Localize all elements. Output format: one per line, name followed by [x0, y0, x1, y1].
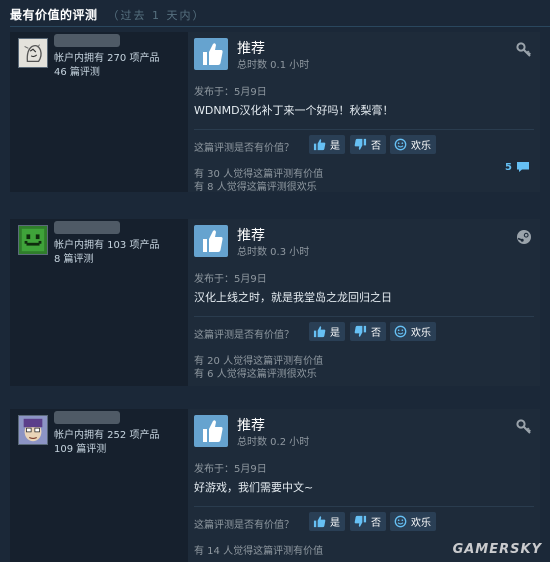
thumbs-up-icon[interactable] [194, 415, 228, 447]
thumbs-up-icon [313, 516, 326, 528]
redacted-username [54, 221, 120, 234]
vote-yes-button[interactable]: 是 [309, 512, 345, 531]
vote-no-label: 否 [371, 141, 381, 152]
products-owned[interactable]: 帐户内拥有 270 项产品 [54, 49, 159, 64]
products-owned[interactable]: 帐户内拥有 252 项产品 [54, 426, 159, 441]
products-owned[interactable]: 帐户内拥有 103 项产品 [54, 236, 159, 251]
review-text: 好游戏，我们需要中文~ [194, 481, 314, 494]
vote-funny-label: 欢乐 [411, 141, 431, 152]
smiley-icon [394, 515, 407, 528]
steam-icon [516, 229, 532, 245]
review-divider [194, 506, 534, 507]
avatar-green-face-image [19, 226, 47, 254]
vote-funny-button[interactable]: 欢乐 [390, 512, 436, 531]
vote-no-button[interactable]: 否 [350, 322, 386, 341]
review-count[interactable]: 109 篇评测 [54, 440, 106, 455]
review-verdict[interactable]: 推荐 [237, 38, 265, 58]
review-count[interactable]: 46 篇评测 [54, 63, 100, 78]
posted-date: 发布于：5月9日 [194, 87, 267, 98]
avatar[interactable] [18, 415, 48, 445]
review-verdict[interactable]: 推荐 [237, 415, 265, 435]
comment-count: 5 [505, 161, 512, 173]
funny-stat: 有 8 人觉得这篇评测很欢乐 [194, 182, 317, 193]
review-entry: 帐户内拥有 252 项产品 109 篇评测 推荐 总时数 0.2 小时 发布于：… [10, 409, 540, 562]
helpful-question: 这篇评测是否有价值？ [194, 143, 294, 154]
playtime-hours: 总时数 0.3 小时 [237, 247, 310, 258]
key-icon [516, 42, 532, 58]
header-divider [10, 26, 550, 27]
helpful-question: 这篇评测是否有价值？ [194, 330, 294, 341]
avatar-sketch-image [19, 39, 47, 67]
thumbs-down-icon [354, 138, 367, 150]
vote-no-label: 否 [371, 328, 381, 339]
vote-funny-button[interactable]: 欢乐 [390, 322, 436, 341]
review-verdict[interactable]: 推荐 [237, 225, 265, 245]
smiley-icon [394, 325, 407, 338]
vote-funny-label: 欢乐 [411, 328, 431, 339]
posted-date: 发布于：5月9日 [194, 464, 267, 475]
vote-funny-button[interactable]: 欢乐 [390, 135, 436, 154]
vote-yes-label: 是 [330, 518, 340, 529]
vote-yes-label: 是 [330, 141, 340, 152]
vote-funny-label: 欢乐 [411, 518, 431, 529]
smiley-icon [394, 138, 407, 151]
review-text: 汉化上线之时，就是我堂岛之龙回归之日 [194, 291, 392, 304]
review-text: WDNMD汉化补丁来一个好吗！秋梨膏！ [194, 104, 394, 117]
section-header: 最有价值的评测 （过去 1 天内） [10, 6, 206, 24]
vote-yes-label: 是 [330, 328, 340, 339]
comment-bubble-icon [517, 162, 529, 172]
redacted-username [54, 34, 120, 47]
thumbs-up-icon[interactable] [194, 225, 228, 257]
avatar[interactable] [18, 225, 48, 255]
playtime-hours: 总时数 0.1 小时 [237, 60, 310, 71]
vote-no-button[interactable]: 否 [350, 512, 386, 531]
key-icon [516, 419, 532, 435]
posted-date: 发布于：5月9日 [194, 274, 267, 285]
review-divider [194, 316, 534, 317]
helpful-stat: 有 14 人觉得这篇评测有价值 [194, 546, 324, 557]
vote-no-button[interactable]: 否 [350, 135, 386, 154]
thumbs-down-icon [354, 515, 367, 527]
gamersky-watermark: GAMERSKY [452, 542, 542, 557]
avatar[interactable] [18, 38, 48, 68]
comments-link[interactable]: 5 [505, 161, 530, 173]
review-entry: 帐户内拥有 270 项产品 46 篇评测 推荐 总时数 0.1 小时 发布于：5… [10, 32, 540, 193]
review-entry: 帐户内拥有 103 项产品 8 篇评测 推荐 总时数 0.3 小时 发布于：5月… [10, 219, 540, 386]
avatar-cartoon-image [19, 416, 47, 444]
vote-yes-button[interactable]: 是 [309, 135, 345, 154]
playtime-hours: 总时数 0.2 小时 [237, 437, 310, 448]
section-subtitle: （过去 1 天内） [107, 9, 206, 22]
review-count[interactable]: 8 篇评测 [54, 250, 94, 265]
review-divider [194, 129, 534, 130]
funny-stat: 有 6 人觉得这篇评测很欢乐 [194, 369, 317, 380]
section-title: 最有价值的评测 [10, 8, 98, 22]
thumbs-up-icon [313, 139, 326, 151]
vote-no-label: 否 [371, 518, 381, 529]
thumbs-down-icon [354, 325, 367, 337]
helpful-question: 这篇评测是否有价值？ [194, 520, 294, 531]
thumbs-up-icon[interactable] [194, 38, 228, 70]
vote-yes-button[interactable]: 是 [309, 322, 345, 341]
redacted-username [54, 411, 120, 424]
thumbs-up-icon [313, 326, 326, 338]
